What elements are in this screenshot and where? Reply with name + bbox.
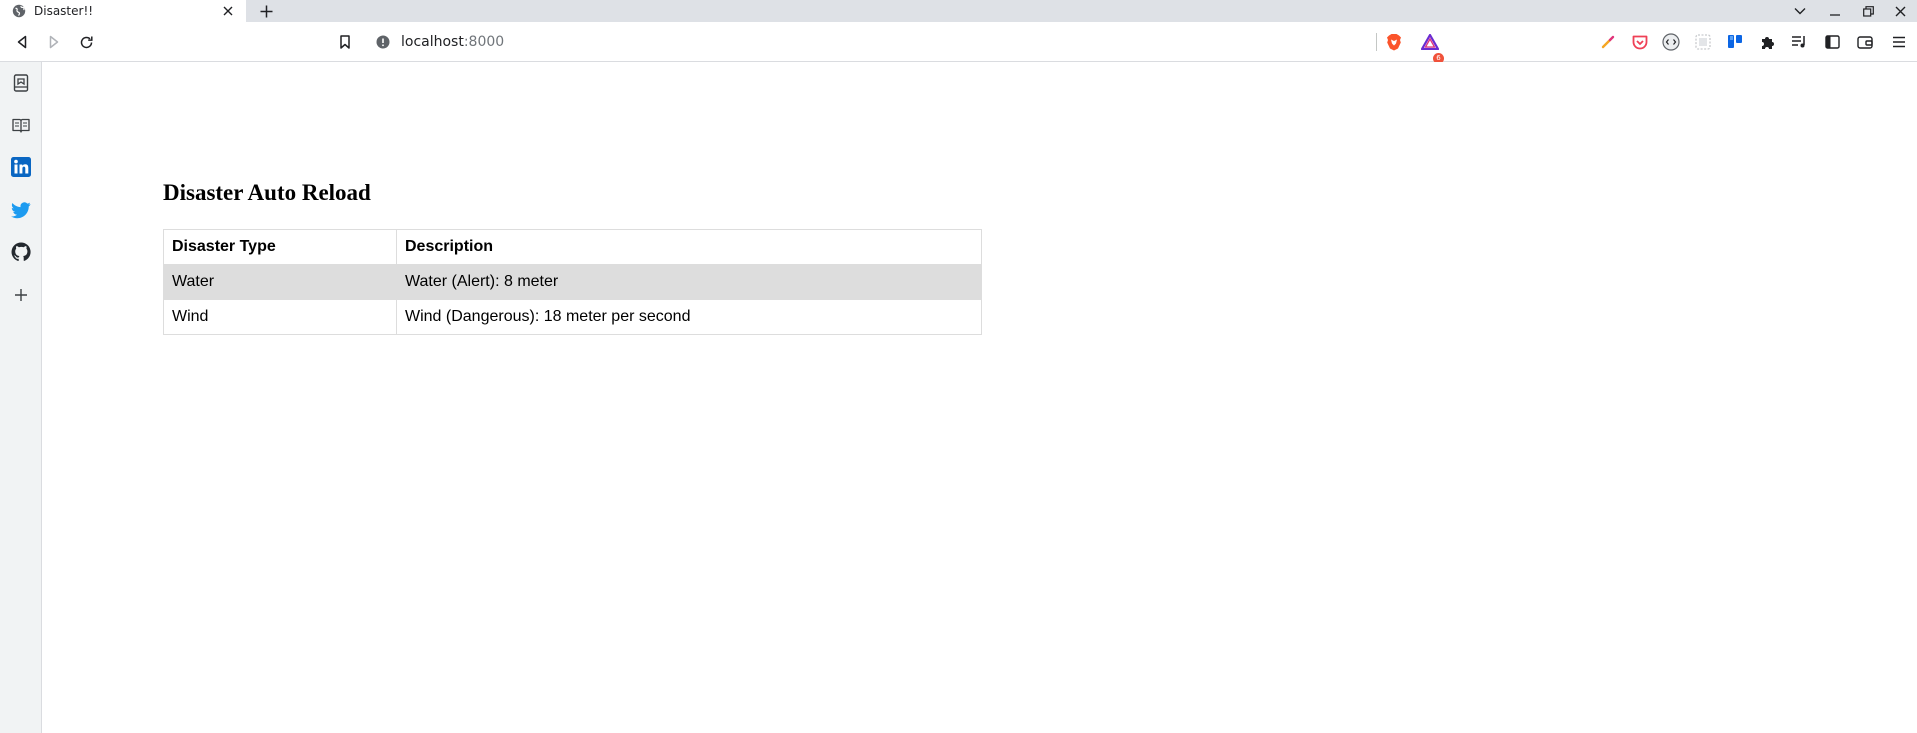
tab-close-icon[interactable]: [220, 3, 236, 19]
trello-icon[interactable]: [1725, 32, 1745, 52]
page-title: Disaster Auto Reload: [163, 180, 371, 205]
add-icon[interactable]: [9, 283, 33, 307]
toolbar-divider: [1376, 33, 1377, 51]
brave-rewards-icon[interactable]: [1420, 32, 1440, 52]
cell-disaster-type: Water: [163, 264, 397, 300]
tab-search-chevron-icon[interactable]: [1791, 2, 1809, 20]
minimize-icon[interactable]: [1826, 2, 1844, 20]
brave-wallet-icon[interactable]: [1855, 32, 1875, 52]
puzzle-icon[interactable]: [1757, 32, 1777, 52]
color-picker-icon[interactable]: [1598, 32, 1618, 52]
cell-description: Water (Alert): 8 meter: [396, 264, 982, 300]
restore-icon[interactable]: [1859, 2, 1877, 20]
column-header-description: Description: [396, 229, 982, 265]
table-row: Wind Wind (Dangerous): 18 meter per seco…: [163, 299, 982, 335]
browser-sidebar: [0, 62, 42, 733]
browser-toolbar: localhost:8000 6: [0, 22, 1917, 64]
new-tab-plus-icon[interactable]: [257, 2, 275, 20]
address-url[interactable]: localhost:8000: [401, 34, 504, 50]
brave-shields-icon[interactable]: [1384, 32, 1404, 52]
site-info-icon[interactable]: [376, 35, 390, 49]
window-close-icon[interactable]: [1891, 2, 1909, 20]
tab-strip: Disaster!!: [0, 0, 1917, 22]
table-row: Water Water (Alert): 8 meter: [163, 264, 982, 300]
browser-tab-active[interactable]: Disaster!!: [0, 0, 246, 22]
url-host: localhost: [401, 34, 464, 50]
column-header-disaster-type: Disaster Type: [163, 229, 397, 265]
pocket-icon[interactable]: [1630, 32, 1650, 52]
reading-list-icon[interactable]: [9, 71, 33, 95]
back-arrow-icon[interactable]: [12, 32, 32, 52]
sidebar-toggle-icon[interactable]: [1822, 32, 1842, 52]
wallet-extension-icon[interactable]: [1661, 32, 1681, 52]
table-header-row: Disaster Type Description: [163, 229, 982, 265]
github-icon[interactable]: [9, 240, 33, 264]
forward-arrow-icon[interactable]: [44, 32, 64, 52]
url-port: :8000: [463, 34, 505, 50]
linkedin-icon[interactable]: [9, 155, 33, 179]
screenshot-icon[interactable]: [1693, 32, 1713, 52]
page-content: Disaster Auto Reload Disaster Type Descr…: [43, 62, 1917, 733]
bookmark-icon[interactable]: [335, 32, 355, 52]
menu-icon[interactable]: [1889, 32, 1909, 52]
cell-disaster-type: Wind: [163, 299, 397, 335]
reader-icon[interactable]: [9, 113, 33, 137]
globe-icon: [12, 4, 26, 18]
reload-icon[interactable]: [76, 32, 96, 52]
cell-description: Wind (Dangerous): 18 meter per second: [396, 299, 982, 335]
playlist-icon[interactable]: [1789, 32, 1809, 52]
disaster-table: Disaster Type Description Water Water (A…: [163, 229, 982, 335]
twitter-icon[interactable]: [9, 198, 33, 222]
address-bar[interactable]: localhost:8000: [366, 27, 1446, 57]
tab-title: Disaster!!: [34, 4, 94, 18]
